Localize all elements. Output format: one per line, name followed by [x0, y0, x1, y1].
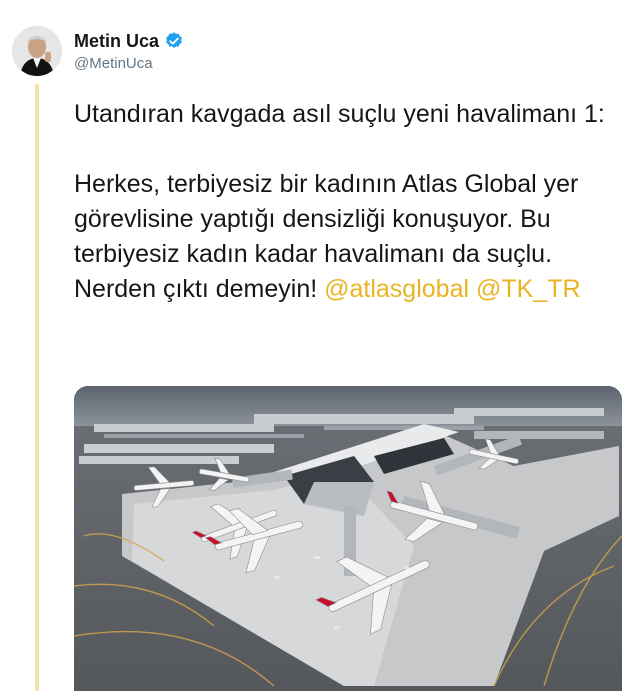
person-portrait-icon [12, 26, 62, 76]
thread-line [35, 84, 39, 691]
verified-badge-icon [166, 32, 182, 48]
avatar[interactable] [12, 26, 62, 76]
tweet-header: Metin Uca @MetinUca [74, 30, 184, 73]
name-row: Metin Uca [74, 30, 184, 52]
mention-tk-tr[interactable]: @TK_TR [476, 275, 581, 303]
tweet-line-1: Utandıran kavgada asıl suçlu yeni havali… [74, 100, 605, 128]
user-handle[interactable]: @MetinUca [74, 55, 184, 73]
tweet-card: Metin Uca @MetinUca Utandıran kavgada as… [0, 0, 625, 691]
tweet-text: Utandıran kavgada asıl suçlu yeni havali… [74, 97, 614, 307]
tweet-line-2: Herkes, terbiyesiz bir kadının Atlas Glo… [74, 167, 614, 307]
mention-atlasglobal[interactable]: @atlasglobal [324, 275, 469, 303]
airport-aerial-photo [74, 386, 622, 691]
display-name[interactable]: Metin Uca [74, 30, 159, 52]
tweet-photo[interactable] [74, 386, 622, 691]
